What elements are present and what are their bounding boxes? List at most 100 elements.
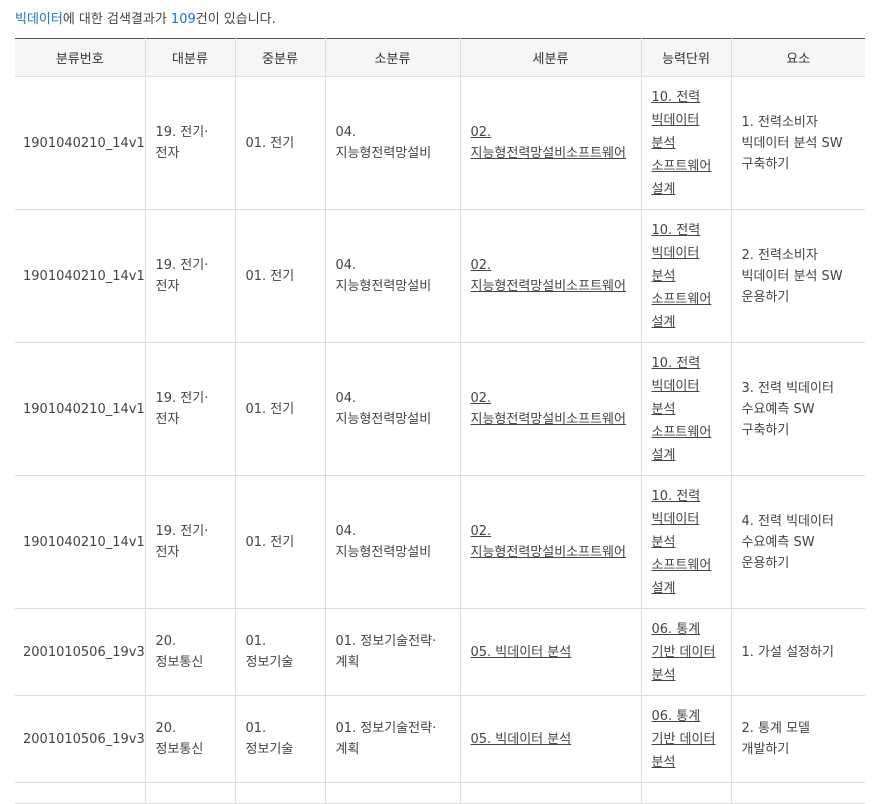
cell-element: 4. 전력 빅데이터수요예측 SW 운용하기 [731,475,865,609]
sub-category-link[interactable]: 02. 지능형전력망설비소프트웨어 [471,122,631,164]
cell-line: 01. 전기 [245,534,295,550]
cell-line: 2. 통계 모델 [741,721,811,736]
cell-code: 1901040210_14v1 [15,475,146,609]
sub-category-link[interactable]: 05. 빅데이터 분석 [471,642,631,663]
cell-line: 기반 데이터 [651,644,716,660]
cell-line: 소프트웨어 [651,424,712,440]
cell-element: 3. 전력 빅데이터 수요예측 SW 구축하기 [731,342,865,476]
search-result-summary: 빅데이터에 대한 검색결과가 109건이 있습니다. [15,8,276,27]
results-table: 분류번호 대분류 중분류 소분류 세분류 능력단위 요소 1901040210_… [15,38,865,804]
competency-unit-link[interactable]: 10. 전력 빅데이터 분석 소프트웨어 설계 [652,352,721,467]
cell-line: 지능형전력망설비 [335,412,432,427]
cell-sub: 05. 빅데이터 분석 [460,608,642,696]
cell-unit: 10. 전력 빅데이터 분석 소프트웨어 설계 [641,76,732,210]
cell-minor: 01. 정보기술전략· 계획 [325,695,461,783]
empty-cell [15,782,146,804]
cell-sub: 02. 지능형전력망설비소프트웨어 [460,76,642,210]
cell-line: 01. [245,634,267,649]
cell-line: 4. 전력 빅데이터 [741,513,834,529]
cell-line: 04. [335,258,357,273]
sub-category-link[interactable]: 02. 지능형전력망설비소프트웨어 [471,388,631,430]
sub-category-link[interactable]: 05. 빅데이터 분석 [471,729,631,750]
cell-line: 2. 전력소비자 [741,247,818,263]
cell-line: 수요예측 SW [741,401,815,417]
table-header-row: 분류번호 대분류 중분류 소분류 세분류 능력단위 요소 [15,38,865,77]
cell-line: 설계 [651,181,676,197]
column-header-minor: 소분류 [325,38,461,77]
cell-line: 1. 가설 설정하기 [741,644,834,660]
cell-line: 개발하기 [741,742,790,757]
column-header-code: 분류번호 [15,38,146,77]
summary-text-2: 건이 있습니다. [195,12,276,27]
cell-line: 05. 빅데이터 분석 [470,731,572,747]
cell-line: 1. 전력소비자 [741,114,818,130]
cell-line: 지능형전력망설비 [335,279,432,294]
cell-minor: 01. 정보기술전략· 계획 [325,608,461,696]
competency-unit-link[interactable]: 06. 통계 기반 데이터 분석 [652,618,721,687]
table-row [15,782,865,804]
cell-middle: 01. 전기 [235,209,326,343]
cell-line: 분석 [651,754,676,770]
cell-line: 전자 [155,545,180,560]
cell-line: 구축하기 [741,422,790,438]
cell-line: 20. [155,721,177,736]
cell-code: 1901040210_14v1 [15,209,146,343]
competency-unit-link[interactable]: 06. 통계 기반 데이터 분석 [652,705,721,774]
cell-unit: 10. 전력 빅데이터 분석 소프트웨어 설계 [641,475,732,609]
cell-line: 02. [470,391,492,406]
cell-sub: 05. 빅데이터 분석 [460,695,642,783]
cell-sub: 02. 지능형전력망설비소프트웨어 [460,342,642,476]
competency-unit-link[interactable]: 10. 전력 빅데이터 분석 소프트웨어 설계 [652,219,721,334]
sub-category-link[interactable]: 02. 지능형전력망설비소프트웨어 [471,255,631,297]
cell-line: 20. [155,634,177,649]
competency-unit-link[interactable]: 10. 전력 빅데이터 분석 소프트웨어 설계 [652,86,721,201]
cell-line: 빅데이터 [651,112,700,128]
cell-line: 19. 전기· [155,125,209,140]
cell-element: 2. 전력소비자 빅데이터 분석 SW 운용하기 [731,209,865,343]
cell-line: 01. 정보기술전략· [335,721,437,736]
sub-category-link[interactable]: 02. 지능형전력망설비소프트웨어 [471,521,631,563]
empty-cell [731,782,865,804]
empty-cell [145,782,236,804]
cell-line: 수요예측 SW [741,534,815,550]
competency-unit-link[interactable]: 10. 전력 빅데이터 분석 소프트웨어 설계 [652,485,721,600]
cell-middle: 01. 정보기술 [235,695,326,783]
search-keyword: 빅데이터 [15,12,63,27]
cell-line: 빅데이터 분석 SW [741,268,843,284]
cell-line: 운용하기 [741,555,790,571]
empty-cell [325,782,461,804]
column-header-major: 대분류 [145,38,236,77]
cell-line: 19. 전기· [155,391,209,406]
cell-line: 설계 [651,447,676,463]
cell-line: 분석 [651,534,676,550]
cell-line: 05. 빅데이터 분석 [470,644,572,660]
cell-major: 20. 정보통신 [145,608,236,696]
column-header-element: 요소 [731,38,865,77]
cell-line: 구축하기 [741,156,790,172]
cell-minor: 04. 지능형전력망설비 [325,342,461,476]
cell-line: 19. 전기· [155,258,209,273]
table-row: 1901040210_14v1 19. 전기· 전자 01. 전기 04. 지능형전력망설… [15,475,865,609]
cell-line: 06. 통계 [651,708,701,724]
cell-line: 06. 통계 [651,621,701,637]
cell-code: 2001010506_19v3 [15,695,146,783]
cell-line: 04. [335,391,357,406]
cell-line: 지능형전력망설비 [335,545,432,560]
cell-line: 빅데이터 [651,378,700,394]
cell-line: 계획 [335,655,360,670]
cell-line: 전자 [155,412,180,427]
cell-major: 19. 전기· 전자 [145,76,236,210]
cell-major: 19. 전기· 전자 [145,342,236,476]
cell-line: 정보통신 [155,742,204,757]
summary-text-1: 에 대한 검색결과가 [62,12,171,27]
cell-line: 04. [335,125,357,140]
cell-line: 설계 [651,314,676,330]
cell-sub: 02. 지능형전력망설비소프트웨어 [460,475,642,609]
cell-middle: 01. 정보기술 [235,608,326,696]
cell-line: 01. 전기 [245,401,295,417]
cell-line: 분석 [651,401,676,417]
cell-line: 빅데이터 [651,511,700,527]
table-row: 1901040210_14v1 19. 전기· 전자 01. 전기 04. 지능형전력망설… [15,209,865,343]
cell-line: 10. 전력 [651,89,701,105]
cell-line: 01. 전기 [245,268,295,284]
